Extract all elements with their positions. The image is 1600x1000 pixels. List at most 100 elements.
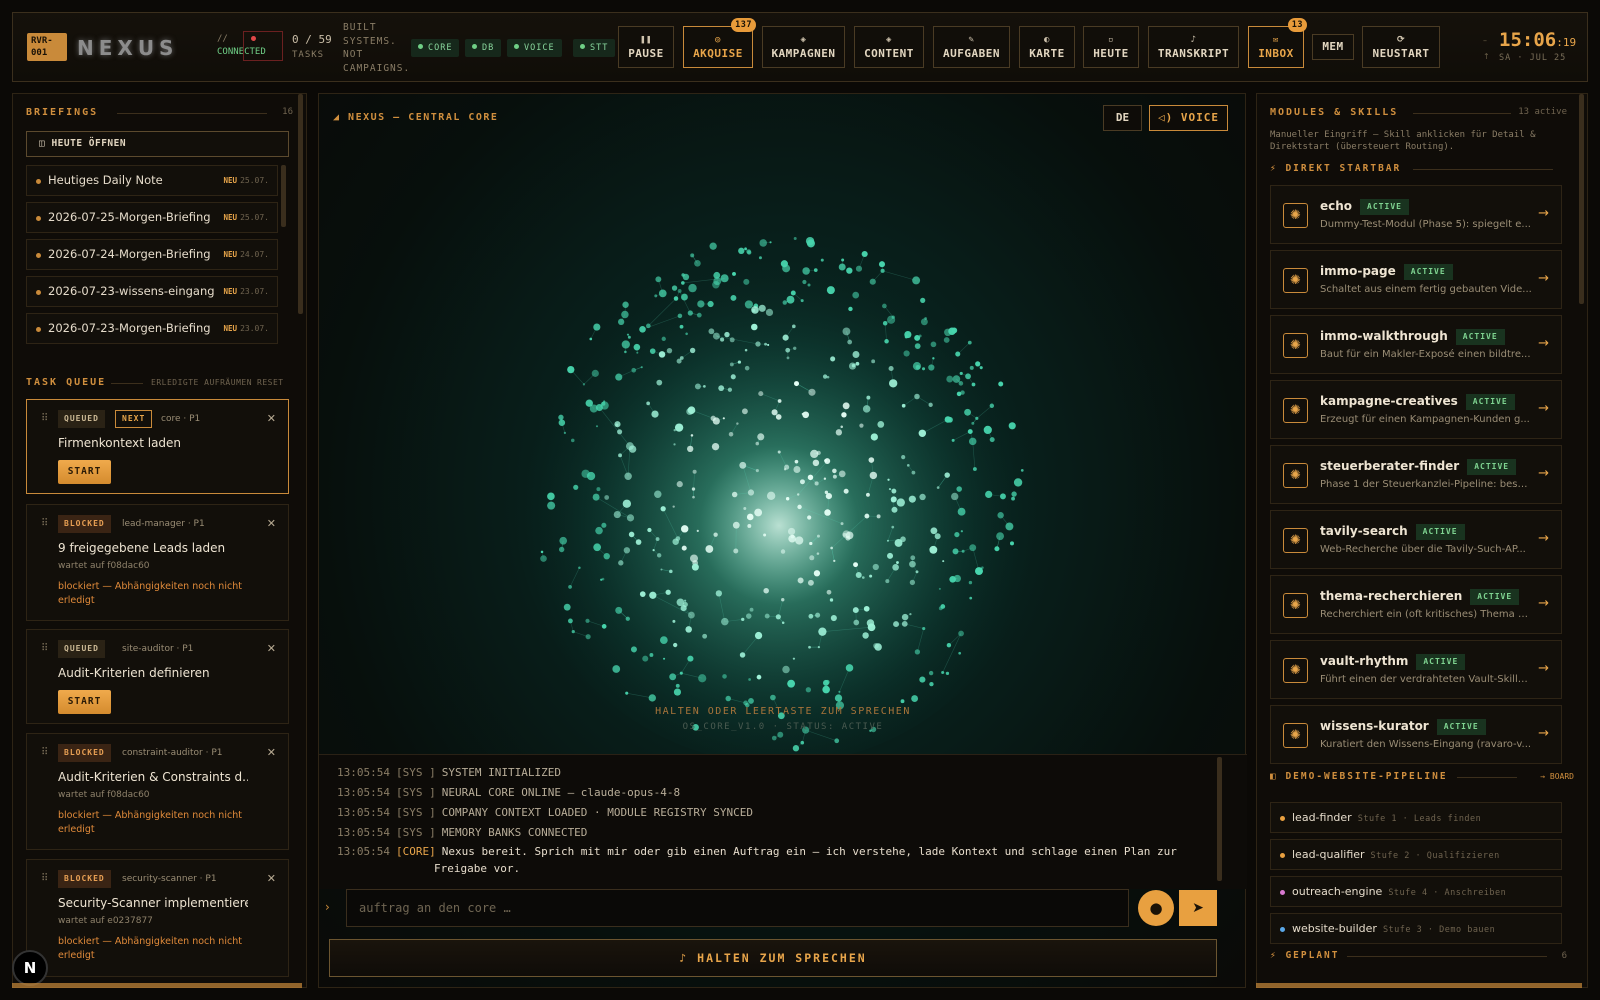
pipeline-item[interactable]: website-builder Stufe 3 · Demo bauen [1270, 913, 1562, 944]
arrow-right-icon[interactable]: → [1538, 401, 1549, 416]
task-card[interactable]: ⠿ BLOCKED security-scanner · P1 ✕ Securi… [26, 859, 289, 977]
module-card[interactable]: ✺ steuerberater-finder ACTIVE Phase 1 der S… [1270, 445, 1562, 504]
close-icon[interactable]: ✕ [267, 412, 276, 425]
left-panel-scrollbar[interactable] [298, 94, 303, 314]
arrow-right-icon[interactable]: → [1538, 726, 1549, 741]
direct-start-title: ⚡ DIREKT STARTBAR [1270, 163, 1401, 174]
app-logo-icon[interactable]: N [12, 950, 48, 986]
module-description: Baut für ein Makler-Exposé einen bildtre… [1320, 349, 1531, 360]
drag-handle-icon[interactable]: ⠿ [41, 873, 48, 884]
nav-mem-button[interactable]: MEM [1312, 34, 1354, 60]
sun-icon: ✺ [1283, 593, 1308, 618]
nav-neustart-button[interactable]: ⟳ NEUSTART [1362, 26, 1440, 68]
pipeline-item[interactable]: lead-qualifier Stufe 2 · Qualifizieren [1270, 839, 1562, 870]
command-input[interactable]: auftrag an den core … [346, 889, 1129, 927]
nav-heute-button[interactable]: ▫ HEUTE [1083, 26, 1139, 68]
arrow-right-icon[interactable]: → [1538, 466, 1549, 481]
arrow-right-icon[interactable]: → [1538, 531, 1549, 546]
arrow-right-icon[interactable]: → [1538, 206, 1549, 221]
module-card[interactable]: ✺ immo-page ACTIVE Schaltet aus einem ferti… [1270, 250, 1562, 309]
nav-transkript-button[interactable]: ♪ TRANSKRIPT [1148, 26, 1239, 68]
pipeline-item-stage: Stufe 4 · Anschreiben [1388, 888, 1507, 898]
target-icon: ◎ [715, 35, 721, 45]
drag-handle-icon[interactable]: ⠿ [41, 643, 48, 654]
nav-inbox-button[interactable]: ✉ INBOX 13 [1248, 18, 1307, 68]
start-button[interactable]: START [58, 690, 111, 714]
drag-handle-icon[interactable]: ⠿ [41, 747, 48, 758]
clear-done-button[interactable]: ERLEDIGTE AUFRÄUMEN [151, 378, 252, 387]
arrow-right-icon[interactable]: → [1538, 336, 1549, 351]
pipeline-item[interactable]: lead-finder Stufe 1 · Leads finden [1270, 802, 1562, 833]
task-card[interactable]: ⠿ BLOCKED constraint-auditor · P1 ✕ Audi… [26, 733, 289, 850]
module-card[interactable]: ✺ thema-recherchieren ACTIVE Recherchiert e… [1270, 575, 1562, 634]
drag-handle-icon[interactable]: ⠿ [41, 413, 48, 424]
nav-label: CONTENT [864, 47, 914, 60]
log-line: 13:05:54 [SYS ] MEMORY BANKS CONNECTED [337, 826, 587, 839]
nav-kampagnen-button[interactable]: ◈ KAMPAGNEN [762, 26, 845, 68]
send-icon: ➤ [1192, 900, 1204, 916]
close-icon[interactable]: ✕ [267, 746, 276, 759]
log-scrollbar[interactable] [1217, 757, 1222, 881]
right-scroll-track[interactable] [1256, 983, 1582, 988]
open-today-button[interactable]: ◫ HEUTE ÖFFNEN [26, 131, 289, 157]
board-link[interactable]: → BOARD [1540, 772, 1574, 781]
language-button[interactable]: DE [1103, 105, 1142, 131]
close-icon[interactable]: ✕ [267, 642, 276, 655]
right-panel-scrollbar[interactable] [1579, 94, 1584, 304]
left-scroll-track[interactable] [12, 983, 302, 988]
stage-dot-icon [1280, 816, 1285, 821]
diamond-icon: ◈ [886, 35, 892, 45]
module-name: immo-page ACTIVE [1320, 264, 1453, 280]
module-name: vault-rhythm ACTIVE [1320, 654, 1466, 670]
task-card[interactable]: ⠿ BLOCKED lead-manager · P1 ✕ 9 freigege… [26, 504, 289, 621]
nav-akquise-button[interactable]: ◎ AKQUISE 137 [683, 18, 756, 68]
log-text: MEMORY BANKS CONNECTED [441, 826, 588, 839]
log-text: NEURAL CORE ONLINE — claude-opus-4-8 [441, 786, 681, 799]
hold-to-talk-label: HALTEN ZUM SPRECHEN [697, 951, 867, 965]
reset-button[interactable]: RESET [257, 378, 284, 387]
module-description: Erzeugt für einen Kampagnen-Kunden g... [1320, 414, 1530, 425]
nav-content-button[interactable]: ◈ CONTENT [854, 26, 924, 68]
nav-karte-button[interactable]: ◐ KARTE [1019, 26, 1075, 68]
log-tag: [SYS ] [395, 766, 436, 779]
task-wait: wartet auf f08dac60 [58, 790, 150, 800]
start-button[interactable]: START [58, 460, 111, 484]
task-card[interactable]: ⠿ QUEUED NEXT core · P1 ✕ Firmenkontext … [26, 399, 289, 494]
module-card[interactable]: ✺ wissens-kurator ACTIVE Kuratiert den Wiss… [1270, 705, 1562, 764]
arrow-right-icon[interactable]: → [1538, 271, 1549, 286]
arrow-right-icon[interactable]: → [1538, 661, 1549, 676]
send-button[interactable]: ➤ [1179, 890, 1217, 926]
nav-aufgaben-button[interactable]: ✎ AUFGABEN [933, 26, 1010, 68]
briefing-date: 23.07. [240, 287, 269, 296]
drag-handle-icon[interactable]: ⠿ [41, 518, 48, 529]
module-card[interactable]: ✺ immo-walkthrough ACTIVE Baut für ein Makl… [1270, 315, 1562, 374]
module-name-text: steuerberater-finder [1320, 459, 1460, 473]
module-card[interactable]: ✺ vault-rhythm ACTIVE Führt einen der verdr… [1270, 640, 1562, 699]
briefing-item[interactable]: 2026-07-25-Morgen-Briefing NEU 25.07. [26, 202, 278, 233]
module-card[interactable]: ✺ echo ACTIVE Dummy-Test-Modul (Phase 5): s… [1270, 185, 1562, 244]
module-card[interactable]: ✺ kampagne-creatives ACTIVE Erzeugt für ein… [1270, 380, 1562, 439]
briefing-item[interactable]: 2026-07-24-Morgen-Briefing NEU 24.07. [26, 239, 278, 270]
pipeline-item-stage: Stufe 1 · Leads finden [1357, 814, 1482, 824]
briefing-item[interactable]: Heutiges Daily Note NEU 25.07. [26, 165, 278, 196]
briefing-item[interactable]: 2026-07-23-wissens-eingang NEU 23.07. [26, 276, 278, 307]
nav-label: AUFGABEN [943, 47, 1000, 60]
arrow-right-icon[interactable]: → [1538, 596, 1549, 611]
briefing-item[interactable]: 2026-07-23-Morgen-Briefing NEU 23.07. [26, 313, 278, 344]
module-card[interactable]: ✺ tavily-search ACTIVE Web-Recherche über d… [1270, 510, 1562, 569]
log-tag: [SYS ] [395, 806, 436, 819]
status-badge: BLOCKED [58, 870, 111, 888]
nav-pause-button[interactable]: ❚❚ PAUSE [618, 26, 674, 68]
task-meta: core · P1 [161, 414, 201, 424]
close-icon[interactable]: ✕ [267, 517, 276, 530]
briefings-scrollbar[interactable] [281, 165, 286, 227]
neural-core-visualization[interactable] [499, 214, 1059, 754]
microphone-button[interactable]: ● [1138, 890, 1174, 926]
voice-button[interactable]: ◁) VOICE [1149, 105, 1228, 131]
pipeline-item[interactable]: outreach-engine Stufe 4 · Anschreiben [1270, 876, 1562, 907]
close-icon[interactable]: ✕ [267, 872, 276, 885]
hold-to-talk-button[interactable]: ♪ HALTEN ZUM SPRECHEN [329, 939, 1217, 977]
microphone-icon: ♪ [679, 951, 698, 965]
task-card[interactable]: ⠿ QUEUED site-auditor · P1 ✕ Audit-Krite… [26, 629, 289, 724]
connection-indicator-box [243, 31, 283, 61]
